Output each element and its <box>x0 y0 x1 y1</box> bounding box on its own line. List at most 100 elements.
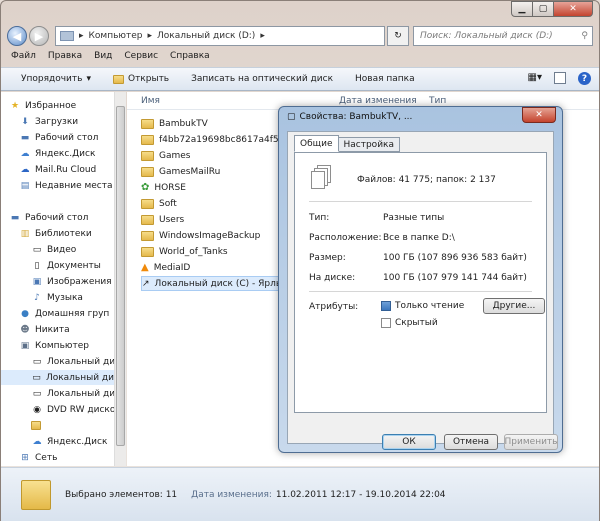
help-icon[interactable]: ? <box>578 72 591 85</box>
nav-video-label: Видео <box>47 244 77 255</box>
nav-user[interactable]: ☻ Никита <box>19 322 69 337</box>
nav-computer[interactable]: ▣ Компьютер <box>19 338 89 353</box>
search-input[interactable]: Поиск: Локальный диск (D:) ⚲ <box>413 26 593 46</box>
nav-yadisk2[interactable]: ☁ Яндекс.Диск <box>31 434 108 449</box>
nav-downloads-label: Загрузки <box>35 116 79 127</box>
breadcrumb-computer[interactable]: Компьютер <box>89 31 143 41</box>
advanced-attributes-button[interactable]: Другие... <box>483 298 545 314</box>
nav-desktop-root[interactable]: ▬ Рабочий стол <box>9 210 89 225</box>
nav-libraries[interactable]: ▥ Библиотеки <box>19 226 92 241</box>
nav-desktop-root-label: Рабочий стол <box>25 212 89 223</box>
nav-dvd[interactable]: ◉ DVD RW диско <box>31 402 114 417</box>
menu-bar: Файл Правка Вид Сервис Справка <box>11 51 210 61</box>
back-button[interactable]: ◀ <box>7 26 27 46</box>
address-bar[interactable]: ▸ Компьютер ▸ Локальный диск (D:) ▸ <box>55 26 385 46</box>
nav-favorites-label: Избранное <box>25 100 77 111</box>
view-options-icon[interactable]: ▦▾ <box>528 72 542 85</box>
open-button[interactable]: Открыть <box>112 74 170 84</box>
chevron-right-icon: ▸ <box>147 31 153 41</box>
nav-homegroup[interactable]: ● Домашняя груп <box>19 306 109 321</box>
readonly-checkbox[interactable]: Только чтение <box>381 301 464 311</box>
shortcut-icon: ↗ <box>142 278 150 289</box>
column-type[interactable]: Тип <box>429 96 446 106</box>
menu-tools[interactable]: Сервис <box>124 51 158 61</box>
nav-scroll-thumb[interactable] <box>116 106 125 446</box>
nav-disk-d[interactable]: ▭ Локальный ди <box>1 370 114 385</box>
nav-mailru[interactable]: ☁ Mail.Ru Cloud <box>19 162 97 177</box>
refresh-button[interactable]: ↻ <box>387 26 409 46</box>
tab-general[interactable]: Общие <box>294 135 339 152</box>
navigation-pane: ★ Избранное ⬇ Загрузки ▬ Рабочий стол ☁ Янде… <box>1 92 114 466</box>
nav-scrollbar[interactable] <box>114 92 126 466</box>
status-bar: Выбрано элементов: 11 Дата изменения: 11… <box>1 467 599 521</box>
nav-disk-e-label: Локальный ди <box>47 388 114 399</box>
file-row[interactable]: Soft <box>141 196 291 211</box>
file-row[interactable]: ✿ HORSE <box>141 180 291 195</box>
forward-button[interactable]: ▶ <box>29 26 49 46</box>
file-row[interactable]: GamesMailRu <box>141 164 291 179</box>
horse-app-icon: ✿ <box>141 182 150 193</box>
file-row[interactable]: Games <box>141 148 291 163</box>
menu-help[interactable]: Справка <box>170 51 210 61</box>
drive-icon: ▭ <box>32 372 41 383</box>
dialog-title-text: Свойства: BambukTV, ... <box>299 112 413 122</box>
minimize-button[interactable]: ▁ <box>511 1 533 17</box>
maximize-button[interactable]: ▢ <box>532 1 554 17</box>
nav-music[interactable]: ♪ Музыка <box>31 290 83 305</box>
toolbar-right: ▦▾ ? <box>528 72 591 85</box>
nav-network[interactable]: ⊞ Сеть <box>19 450 57 465</box>
folder-icon <box>31 421 41 430</box>
column-name[interactable]: Имя <box>141 96 160 106</box>
apply-button[interactable]: Применить <box>504 434 558 450</box>
menu-file[interactable]: Файл <box>11 51 36 61</box>
arrow-right-icon: ▶ <box>34 29 44 43</box>
nav-docs[interactable]: ▯ Документы <box>31 258 101 273</box>
nav-desktop[interactable]: ▬ Рабочий стол <box>19 130 99 145</box>
hidden-checkbox[interactable]: Скрытый <box>381 318 438 328</box>
burn-button[interactable]: Записать на оптический диск <box>191 74 333 84</box>
nav-video[interactable]: ▭ Видео <box>31 242 77 257</box>
files-count: Файлов: 41 775; папок: 2 137 <box>357 175 496 185</box>
nav-recent[interactable]: ▤ Недавние места <box>19 178 113 193</box>
readonly-label: Только чтение <box>395 301 465 311</box>
file-row[interactable]: f4bb72a19698bc8617a4f54934 <box>141 132 302 147</box>
column-date[interactable]: Дата изменения <box>339 96 417 106</box>
file-name: Локальный диск (C) - Ярлык <box>154 278 289 289</box>
preview-pane-icon[interactable] <box>554 72 566 84</box>
close-icon: ✕ <box>535 110 543 120</box>
ok-button[interactable]: ОК <box>382 434 436 450</box>
nav-yadisk-label: Яндекс.Диск <box>35 148 96 159</box>
file-row[interactable]: WindowsImageBackup <box>141 228 291 243</box>
cancel-button[interactable]: Отмена <box>444 434 498 450</box>
checkbox-indeterminate-icon <box>381 301 391 311</box>
nav-favorites[interactable]: ★ Избранное <box>9 98 76 113</box>
nav-yadisk2-label: Яндекс.Диск <box>47 436 108 447</box>
file-name: BambukTV <box>159 118 208 129</box>
dvd-drive-icon: ◉ <box>33 404 41 415</box>
dialog-close-button[interactable]: ✕ <box>522 107 556 123</box>
cloud-icon: ☁ <box>32 436 42 447</box>
nav-images[interactable]: ▣ Изображения <box>31 274 112 289</box>
nav-disk-c[interactable]: ▭ Локальный ди <box>31 354 114 369</box>
close-button[interactable]: ✕ <box>553 1 593 17</box>
nav-folder-unnamed[interactable] <box>31 418 41 433</box>
file-row[interactable]: ▲ MediaID <box>141 260 291 275</box>
status-date-value: 11.02.2011 12:17 - 19.10.2014 22:04 <box>275 490 446 500</box>
file-name: HORSE <box>154 182 186 193</box>
nav-recent-label: Недавние места <box>35 180 113 191</box>
file-row[interactable]: BambukTV <box>141 116 291 131</box>
organize-button[interactable]: Упорядочить ▾ <box>21 74 91 84</box>
menu-edit[interactable]: Правка <box>48 51 82 61</box>
nav-yadisk[interactable]: ☁ Яндекс.Диск <box>19 146 96 161</box>
folder-icon <box>21 480 51 510</box>
open-label: Открыть <box>127 74 170 84</box>
breadcrumb-disk-d[interactable]: Локальный диск (D:) <box>157 31 255 41</box>
new-folder-button[interactable]: Новая папка <box>355 74 415 84</box>
tab-customize[interactable]: Настройка <box>337 137 400 152</box>
file-row[interactable]: Users <box>141 212 291 227</box>
menu-view[interactable]: Вид <box>94 51 112 61</box>
nav-disk-e[interactable]: ▭ Локальный ди <box>31 386 114 401</box>
toolbar: Упорядочить ▾ Открыть Записать на оптиче… <box>1 67 599 91</box>
nav-downloads[interactable]: ⬇ Загрузки <box>19 114 78 129</box>
file-row[interactable]: World_of_Tanks <box>141 244 291 259</box>
